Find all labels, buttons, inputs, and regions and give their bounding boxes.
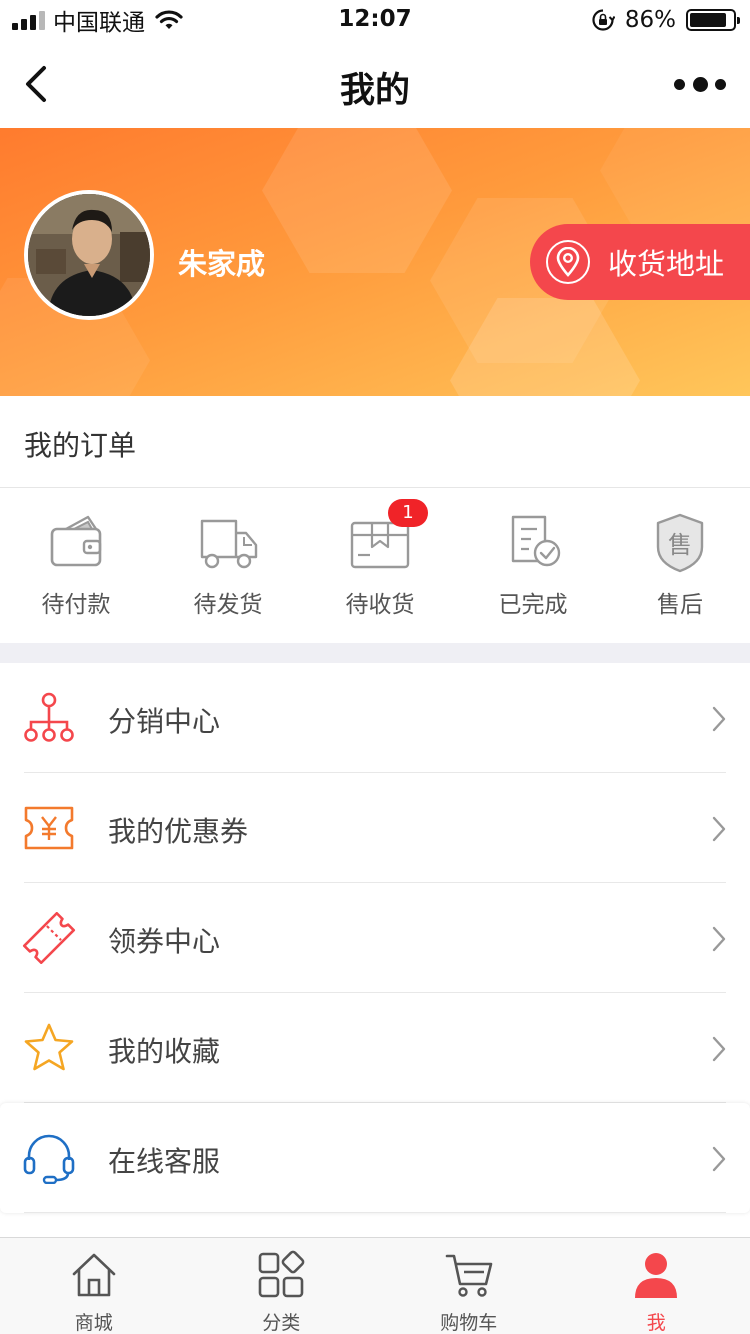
home-icon [72,1253,116,1297]
tab-mall[interactable]: 商城 [0,1238,188,1334]
row-divider [24,1212,726,1213]
order-status-label: 售后 [657,592,703,618]
my-orders-title: 我的订单 [24,429,137,462]
tab-label: 商城 [74,1312,113,1334]
tab-bar: 商城 分类 购物车 我 [0,1237,750,1334]
order-pending-receipt[interactable]: 1 待收货 [320,499,440,619]
menu-item-customer-service[interactable]: 在线客服 [0,1103,750,1213]
truck-icon [200,519,258,569]
page-title: 我的 [339,71,410,111]
banner-hexagon-decoration [262,128,452,273]
rotation-lock-icon [592,9,615,31]
order-status-label: 待发货 [193,592,263,618]
order-status-label: 待收货 [345,592,415,618]
my-orders-header[interactable]: 我的订单 [0,396,750,488]
document-check-icon [511,515,561,567]
menu-label: 在线客服 [108,1145,221,1178]
tab-me[interactable]: 我 [563,1238,750,1334]
headset-icon [23,1134,75,1184]
order-status-label: 已完成 [498,592,568,618]
svg-text:售: 售 [668,531,692,559]
menu-label: 我的收藏 [108,1035,221,1068]
menu-label: 我的优惠券 [108,815,249,848]
yen-coupon-icon [24,806,74,850]
chevron-right-icon [712,926,726,952]
tab-label: 购物车 [440,1312,498,1334]
menu-item-my-coupons[interactable]: 我的优惠券 [0,773,750,883]
shield-service-icon: 售 [656,513,704,573]
menu-item-favorites[interactable]: 我的收藏 [0,993,750,1103]
avatar[interactable] [24,190,154,320]
menu-item-distribution[interactable]: 分销中心 [0,663,750,773]
chevron-right-icon [712,706,726,732]
chevron-right-icon [712,816,726,842]
profile-banner: 朱家成 收货地址 [0,128,750,396]
tab-label: 我 [646,1312,666,1334]
avatar-photo [28,194,150,316]
more-dots-icon[interactable] [674,70,726,98]
user-icon [635,1253,678,1298]
star-icon [24,1023,74,1071]
order-status-row: 待付款 待发货 1 待收货 已完成 售 售后 [0,489,750,643]
status-bar: 中国联通 12:07 86% [0,0,750,40]
order-status-label: 待付款 [41,592,111,618]
section-divider [0,643,750,663]
order-after-sales[interactable]: 售 售后 [620,513,740,619]
status-right: 86% [591,6,740,34]
chevron-right-icon [712,1036,726,1062]
location-pin-icon [546,240,590,284]
category-icon [258,1250,305,1298]
battery-icon [686,9,740,31]
tab-label: 分类 [262,1312,301,1334]
chevron-right-icon [712,1146,726,1172]
menu-item-coupon-center[interactable]: 领券中心 [0,883,750,993]
order-pending-shipment[interactable]: 待发货 [168,513,288,619]
distribution-tree-icon [24,692,74,742]
cart-icon [445,1254,493,1297]
menu-list: 分销中心 我的优惠券 领券中心 我的收藏 在线客服 [0,663,750,1213]
wallet-icon [50,515,102,567]
order-completed[interactable]: 已完成 [473,513,593,619]
menu-label: 领券中心 [108,925,221,958]
menu-label: 分销中心 [108,705,221,738]
tab-category[interactable]: 分类 [188,1238,376,1334]
shipping-address-button[interactable]: 收货地址 [530,224,750,300]
user-name: 朱家成 [178,247,266,281]
battery-percent: 86% [624,7,676,33]
shipping-address-label: 收货地址 [608,247,725,281]
tab-cart[interactable]: 购物车 [375,1238,563,1334]
order-count-badge: 1 [388,499,428,527]
nav-bar: 我的 [0,40,750,128]
order-pending-payment[interactable]: 待付款 [16,513,136,619]
battery-level [690,13,727,27]
ticket-icon [22,912,76,964]
